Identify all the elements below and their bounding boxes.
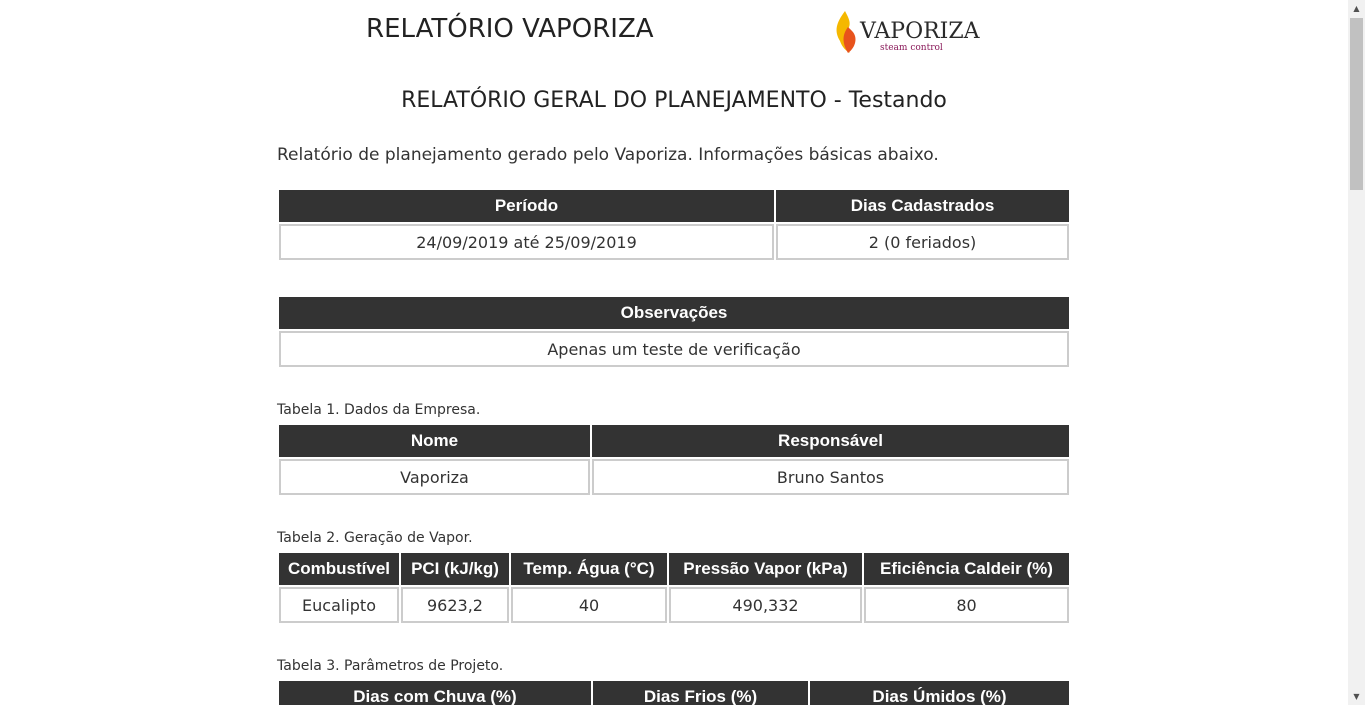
column-header-rainy-days: Dias com Chuva (%) [279, 681, 591, 705]
column-header-humid-days: Dias Úmidos (%) [810, 681, 1069, 705]
pci-value: 9623,2 [401, 587, 509, 623]
report-intro: Relatório de planejamento gerado pelo Va… [277, 145, 939, 165]
report-subtitle: RELATÓRIO GERAL DO PLANEJAMENTO - Testan… [401, 88, 947, 113]
vertical-scrollbar[interactable]: ▲ ▼ [1348, 0, 1365, 705]
table-row: Apenas um teste de verificação [279, 331, 1069, 367]
arrow-down-icon[interactable]: ▼ [1348, 688, 1365, 705]
observations-table: Observações Apenas um teste de verificaç… [277, 295, 1071, 369]
table2-caption: Tabela 2. Geração de Vapor. [277, 530, 473, 546]
flame-icon [836, 11, 856, 53]
boiler-efficiency-value: 80 [864, 587, 1069, 623]
column-header-pci: PCI (kJ/kg) [401, 553, 509, 585]
column-header-cold-days: Dias Frios (%) [593, 681, 808, 705]
project-parameters-table: Dias com Chuva (%) Dias Frios (%) Dias Ú… [277, 679, 1071, 705]
vaporiza-logo: VAPORIZA steam control [832, 9, 992, 57]
registered-days-value: 2 (0 feriados) [776, 224, 1069, 260]
column-header-steam-pressure: Pressão Vapor (kPa) [669, 553, 862, 585]
column-header-responsible: Responsável [592, 425, 1069, 457]
period-value: 24/09/2019 até 25/09/2019 [279, 224, 774, 260]
company-table: Nome Responsável Vaporiza Bruno Santos [277, 423, 1071, 497]
logo-wordmark: VAPORIZA [860, 19, 980, 44]
steam-generation-table: Combustível PCI (kJ/kg) Temp. Água (°C) … [277, 551, 1071, 625]
fuel-value: Eucalipto [279, 587, 399, 623]
table3-caption: Tabela 3. Parâmetros de Projeto. [277, 658, 504, 674]
water-temp-value: 40 [511, 587, 667, 623]
report-page: RELATÓRIO VAPORIZA VAPORIZA steam contro… [0, 0, 1348, 705]
scrollbar-thumb[interactable] [1350, 18, 1363, 190]
logo-tagline: steam control [880, 43, 943, 53]
summary-table: Período Dias Cadastrados 24/09/2019 até … [277, 188, 1071, 262]
table-row: 24/09/2019 até 25/09/2019 2 (0 feriados) [279, 224, 1069, 260]
responsible-value: Bruno Santos [592, 459, 1069, 495]
column-header-fuel: Combustível [279, 553, 399, 585]
page-title: RELATÓRIO VAPORIZA [366, 14, 654, 44]
arrow-up-icon[interactable]: ▲ [1348, 0, 1365, 17]
column-header-observations: Observações [279, 297, 1069, 329]
column-header-registered-days: Dias Cadastrados [776, 190, 1069, 222]
column-header-water-temp: Temp. Água (°C) [511, 553, 667, 585]
table1-caption: Tabela 1. Dados da Empresa. [277, 402, 481, 418]
observations-value: Apenas um teste de verificação [279, 331, 1069, 367]
steam-pressure-value: 490,332 [669, 587, 862, 623]
column-header-period: Período [279, 190, 774, 222]
table-row: Eucalipto 9623,2 40 490,332 80 [279, 587, 1069, 623]
column-header-boiler-efficiency: Eficiência Caldeir (%) [864, 553, 1069, 585]
column-header-name: Nome [279, 425, 590, 457]
company-name-value: Vaporiza [279, 459, 590, 495]
table-row: Vaporiza Bruno Santos [279, 459, 1069, 495]
